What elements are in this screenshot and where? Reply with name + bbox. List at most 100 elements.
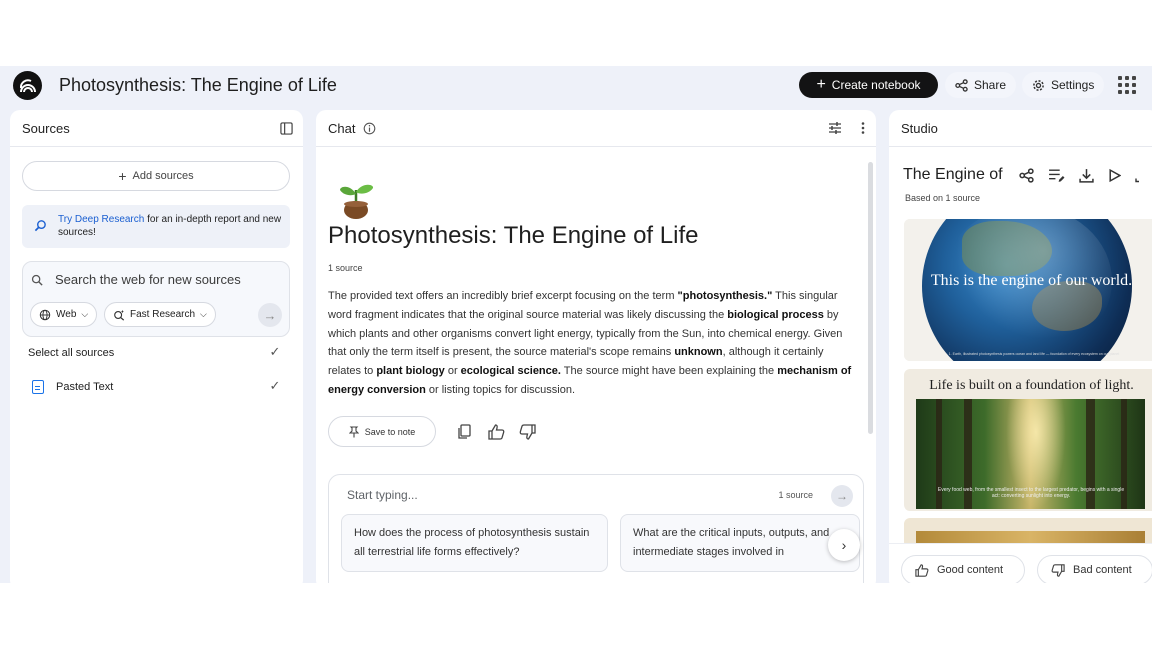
suggestion-chip[interactable]: What are the critical inputs, outputs, a… [620,514,860,572]
studio-header: Studio [889,110,1152,147]
artifact-title: The Engine of [903,166,1003,183]
send-button[interactable]: → [831,485,853,507]
chat-input-card: Start typing... 1 source → How does the … [328,474,864,583]
suggestions-next-button[interactable]: › [828,529,860,561]
summary-emphasis: ecological science. [460,365,561,378]
share-icon [955,78,968,92]
arrow-right-icon: → [836,489,848,503]
fast-research-dropdown[interactable]: Fast Research ⌵ [104,302,216,327]
settings-label: Settings [1051,78,1095,92]
apps-grid-icon[interactable] [1118,76,1136,94]
plus-icon: + [118,168,127,184]
settings-button[interactable]: Settings [1022,72,1105,98]
thumbs-up-icon[interactable] [486,422,506,442]
select-all-row[interactable]: Select all sources ✓ [28,343,282,363]
slide-text: This is the engine of our world. [930,272,1133,289]
thumbs-down-icon [1051,563,1065,577]
more-vert-icon[interactable] [860,121,866,135]
top-whitespace [0,0,1152,66]
source-item-label: Pasted Text [56,381,114,393]
slide-caption: 1. Earth, illustrated photosynthesis pow… [948,352,1120,356]
chevron-down-icon: ⌵ [81,309,89,319]
summary-text: or [444,365,461,378]
web-chip-label: Web [56,309,77,320]
studio-panel: Studio The Engine of Based on 1 source T… [889,110,1152,583]
deep-research-link[interactable]: Try Deep Research [58,214,144,225]
plus-icon: + [816,76,826,93]
studio-title: Studio [901,120,938,136]
thumbs-down-icon[interactable] [517,422,537,442]
select-all-checkbox[interactable]: ✓ [268,344,282,359]
search-submit-button[interactable]: → [258,303,282,327]
bad-content-button[interactable]: Bad content [1037,555,1152,583]
summary-text: The provided text offers an incredibly b… [328,290,678,302]
summary-emphasis: unknown [674,346,723,359]
share-icon[interactable] [1019,168,1034,183]
chat-title: Chat [328,120,356,136]
web-search-box: Search the web for new sources Web ⌵ Fas… [22,261,290,337]
gear-icon [1033,79,1044,91]
save-to-note-label: Save to note [364,426,416,437]
search-icon [31,274,43,286]
sources-title: Sources [22,120,70,136]
summary-emphasis: plant biology [376,365,445,378]
sparkle-search-icon [114,309,125,321]
slide-thumbnail[interactable]: Life is built on a foundation of light. … [904,369,1152,511]
forest-image: Every food web, from the smallest insect… [916,399,1145,509]
notebook-title[interactable]: Photosynthesis: The Engine of Life [59,75,337,96]
bottom-whitespace [0,583,1152,648]
source-item-pasted-text[interactable]: Pasted Text ✓ [28,377,282,397]
good-content-button[interactable]: Good content [901,555,1025,583]
collapse-panel-icon[interactable] [280,122,293,135]
earth-globe-image [922,219,1132,361]
deep-research-icon [34,220,46,232]
app-header: Photosynthesis: The Engine of Life + Cre… [0,66,1152,106]
summary-text: or listing topics for discussion. [425,383,575,396]
app-window: Photosynthesis: The Engine of Life + Cre… [0,66,1152,583]
suggestion-text: What are the critical inputs, outputs, a… [633,527,830,558]
summary-emphasis: "photosynthesis." [677,290,773,302]
summary-text: The source might have been explaining th… [560,365,778,378]
create-notebook-button[interactable]: + Create notebook [799,72,938,98]
tune-icon[interactable] [828,121,842,135]
good-content-label: Good content [937,564,1004,576]
chat-panel: Chat Photosynthesis: The Engine of Life … [316,110,876,583]
slide-caption: Every food web, from the smallest insect… [937,487,1125,499]
add-sources-button[interactable]: + Add sources [22,161,290,191]
add-sources-label: Add sources [132,170,194,182]
based-on-sources: Based on 1 source [905,193,981,203]
edit-list-icon[interactable] [1048,168,1065,183]
source-item-checkbox[interactable]: ✓ [268,378,282,393]
suggestion-chip[interactable]: How does the process of photosynthesis s… [341,514,608,572]
share-button[interactable]: Share [945,72,1017,98]
chevron-down-icon: ⌵ [200,309,207,319]
download-icon[interactable] [1079,168,1094,183]
chat-input[interactable]: Start typing... [347,488,418,502]
fast-research-label: Fast Research [130,309,196,320]
deep-research-banner: Try Deep Research for an in-depth report… [22,205,290,248]
document-icon [32,380,44,394]
info-icon[interactable] [363,122,376,135]
search-input[interactable]: Search the web for new sources [55,272,241,287]
notebook-logo-icon[interactable] [13,71,42,100]
globe-icon [39,309,51,320]
sources-panel: Sources + Add sources Try Deep Research … [10,110,303,583]
input-source-count: 1 source [778,490,813,500]
chat-scrollbar[interactable] [868,162,873,434]
slide-thumbnail[interactable]: This is the engine of our world. 1. Eart… [904,219,1152,361]
web-source-dropdown[interactable]: Web ⌵ [30,302,98,327]
create-notebook-label: Create notebook [831,78,921,92]
chat-header: Chat [316,110,876,147]
share-label: Share [974,78,1007,92]
thumbs-up-icon [915,563,929,577]
fullscreen-icon[interactable] [1135,168,1143,183]
chevron-right-icon: › [841,537,847,553]
play-icon[interactable] [1108,168,1121,183]
copy-icon[interactable] [454,422,474,442]
sprout-emoji-icon [340,184,374,219]
save-to-note-button[interactable]: Save to note [328,416,436,447]
sources-header: Sources [10,110,303,147]
bad-content-label: Bad content [1073,564,1132,576]
select-all-label: Select all sources [28,347,115,359]
notebook-summary: The provided text offers an incredibly b… [328,287,858,400]
